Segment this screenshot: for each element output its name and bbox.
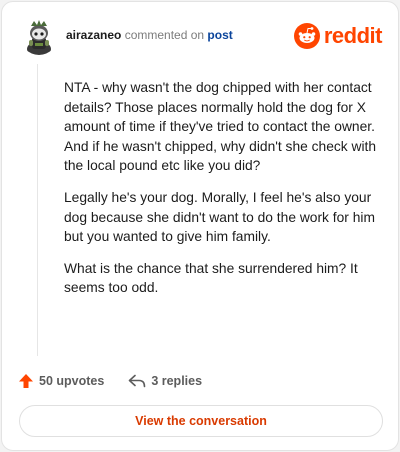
upvote-arrow-icon xyxy=(19,374,33,388)
comment-meta: airazaneo commented on post xyxy=(66,28,233,42)
comment-paragraph: Legally he's your dog. Morally, I feel h… xyxy=(64,189,375,245)
reply-arrow-icon xyxy=(129,374,146,388)
user-avatar[interactable] xyxy=(20,17,58,55)
comment-verb: commented on xyxy=(121,28,208,42)
reddit-logo[interactable]: reddit xyxy=(293,22,383,50)
post-link[interactable]: post xyxy=(207,28,232,42)
view-conversation-button[interactable]: View the conversation xyxy=(19,405,383,437)
reddit-wordmark: reddit xyxy=(323,23,383,48)
comment-actions: 50 upvotes 3 replies xyxy=(18,370,202,392)
comment-body: NTA - why wasn't the dog chipped with he… xyxy=(64,78,382,310)
upvote-count: 50 upvotes xyxy=(39,374,105,388)
replies-button[interactable]: 3 replies xyxy=(128,374,202,388)
username-link[interactable]: airazaneo xyxy=(66,28,121,42)
upvote-button[interactable]: 50 upvotes xyxy=(18,373,104,389)
comment-card: airazaneo commented on post reddit NTA -… xyxy=(1,1,399,451)
snoo-avatar-icon xyxy=(20,17,58,55)
comment-paragraph: NTA - why wasn't the dog chipped with he… xyxy=(64,80,377,174)
reddit-logo-icon xyxy=(293,23,320,49)
comment-header: airazaneo commented on post reddit xyxy=(16,16,384,56)
thread-line xyxy=(37,64,38,356)
reply-count: 3 replies xyxy=(151,374,203,388)
comment-paragraph: What is the chance that she surrendered … xyxy=(64,260,358,296)
